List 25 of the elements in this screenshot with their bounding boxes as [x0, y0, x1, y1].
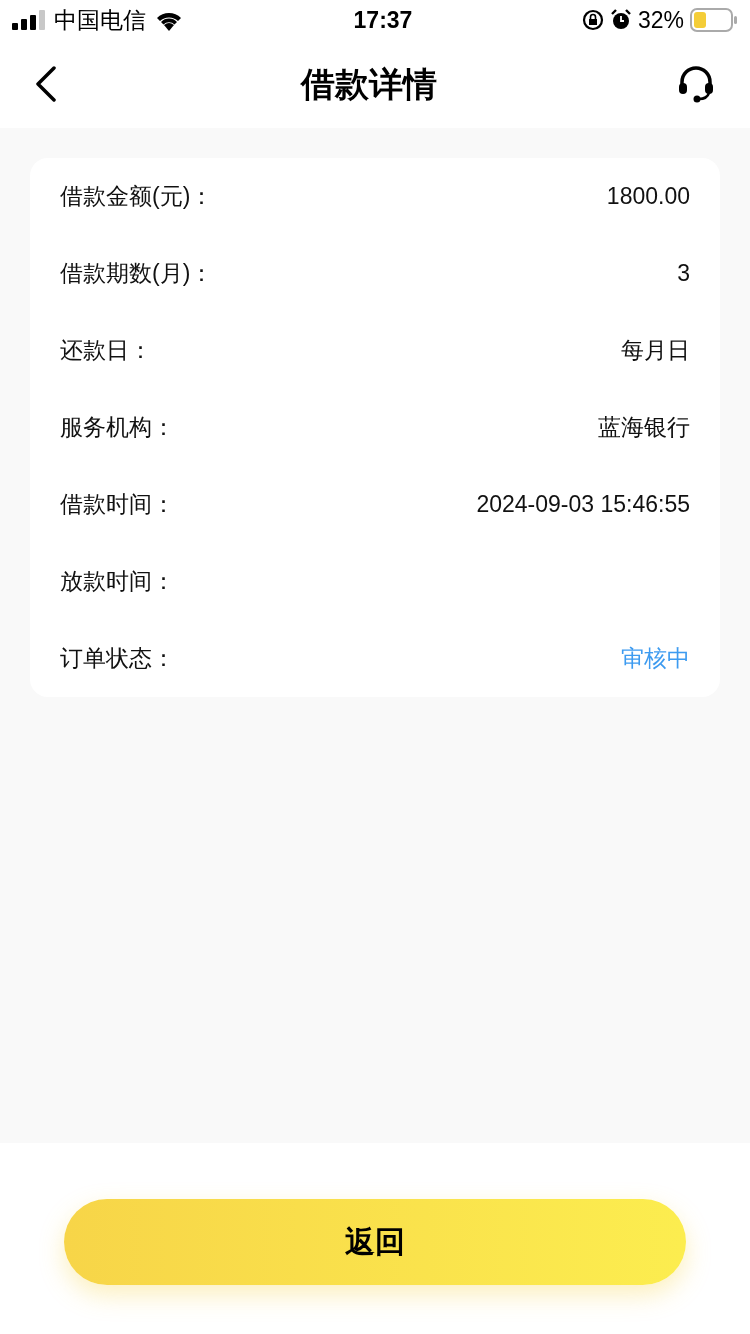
detail-label: 订单状态：	[60, 644, 175, 674]
detail-value: 3	[677, 259, 690, 289]
detail-value: 每月日	[621, 336, 690, 366]
headset-icon	[677, 65, 715, 103]
signal-icon	[12, 10, 46, 30]
detail-value: 蓝海银行	[598, 413, 690, 443]
detail-label: 还款日：	[60, 336, 152, 366]
detail-label: 借款期数(月)：	[60, 259, 214, 289]
carrier-text: 中国电信	[54, 5, 146, 35]
customer-service-button[interactable]	[676, 64, 716, 104]
detail-label: 借款时间：	[60, 490, 175, 520]
detail-value: 1800.00	[606, 182, 690, 212]
detail-label: 服务机构：	[60, 413, 175, 443]
battery-percent: 32%	[637, 5, 684, 35]
back-icon	[34, 66, 58, 102]
battery-icon	[690, 8, 738, 32]
page-title: 借款详情	[301, 63, 437, 105]
rotation-lock-icon	[581, 9, 604, 31]
detail-label: 放款时间：	[60, 567, 175, 597]
status-time: 17:37	[353, 5, 413, 35]
detail-label: 借款金额(元)：	[60, 182, 214, 212]
status-value: 审核中	[621, 644, 690, 674]
return-button[interactable]: 返回	[64, 1198, 686, 1285]
detail-value: 2024-09-03 15:46:55	[476, 490, 690, 520]
alarm-icon	[609, 9, 632, 31]
